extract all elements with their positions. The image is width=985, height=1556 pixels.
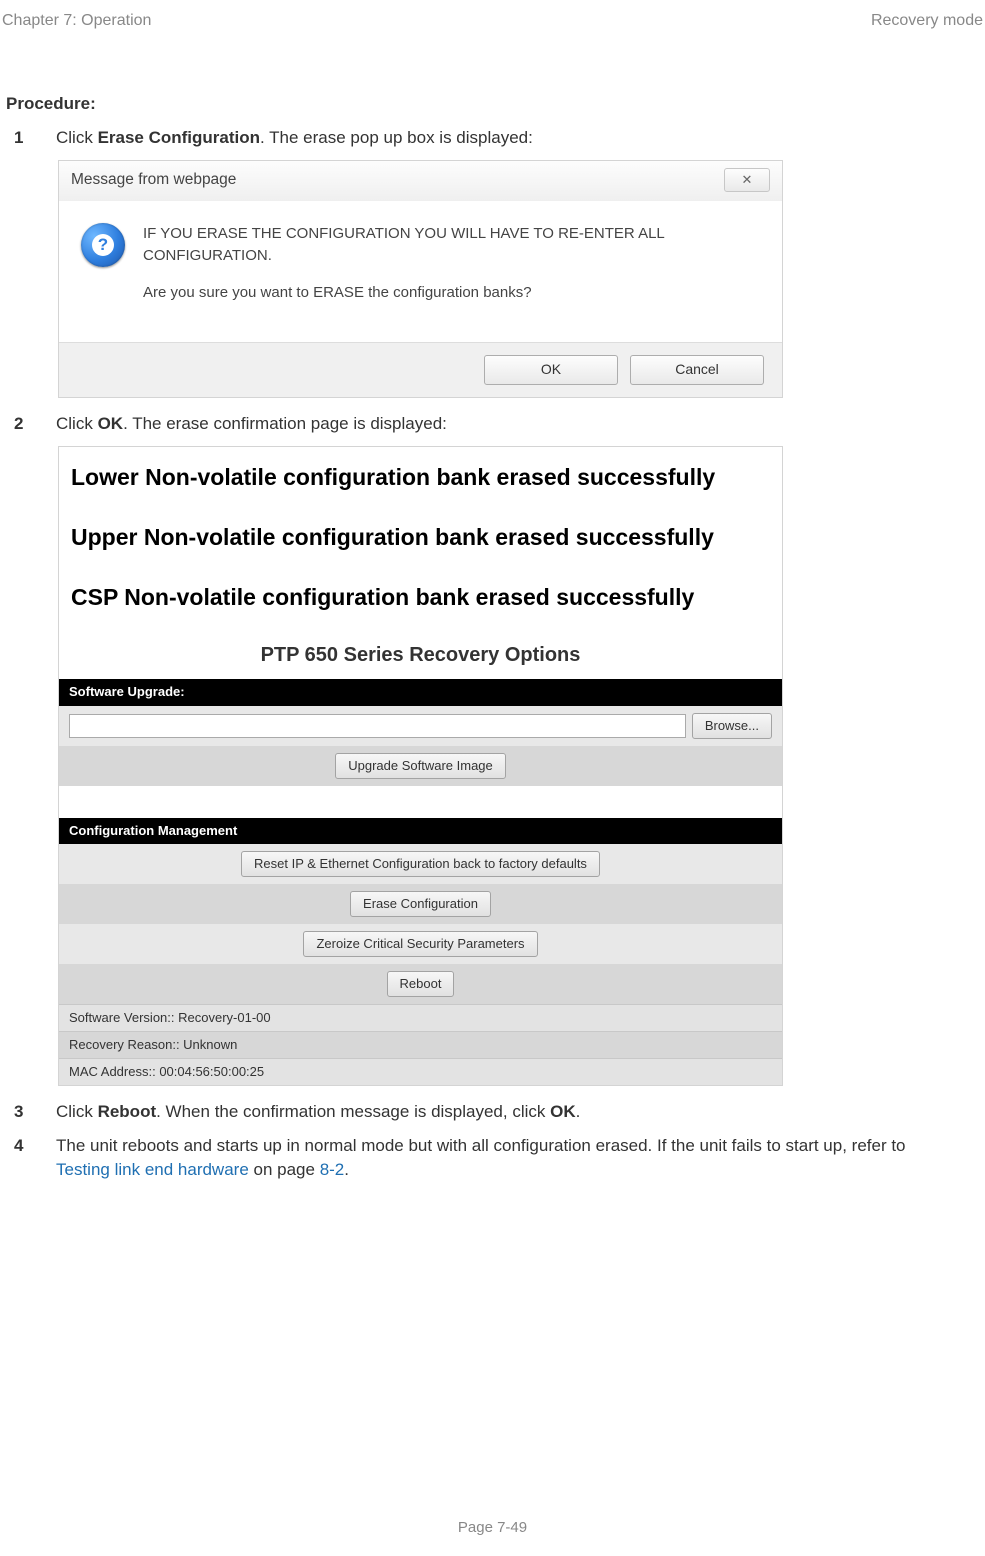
step-number: 2: [14, 412, 26, 436]
step-text: Click: [56, 128, 98, 147]
reset-ip-button[interactable]: Reset IP & Ethernet Configuration back t…: [241, 851, 600, 877]
step-text: .: [576, 1102, 581, 1121]
step-text: .: [344, 1160, 349, 1179]
cancel-button[interactable]: Cancel: [630, 355, 764, 385]
ok-ref-2: OK: [550, 1102, 576, 1121]
step-text: Click: [56, 414, 98, 433]
erase-configuration-button[interactable]: Erase Configuration: [350, 891, 491, 917]
erase-popup-figure: Message from webpage ✕ ? IF YOU ERASE TH…: [58, 160, 783, 398]
configuration-management-header: Configuration Management: [59, 818, 782, 844]
mac-address-label: MAC Address::: [69, 1064, 159, 1079]
step-number: 3: [14, 1100, 26, 1124]
browse-button[interactable]: Browse...: [692, 713, 772, 739]
header-section: Recovery mode: [871, 10, 983, 32]
ok-button[interactable]: OK: [484, 355, 618, 385]
reboot-button[interactable]: Reboot: [387, 971, 455, 997]
procedure-heading: Procedure:: [6, 92, 955, 116]
header-chapter: Chapter 7: Operation: [2, 10, 151, 32]
erase-upper-msg: Upper Non-volatile configuration bank er…: [59, 521, 782, 553]
recovery-reason-value: Unknown: [183, 1037, 237, 1052]
reboot-ref: Reboot: [98, 1102, 157, 1121]
mac-address-value: 00:04:56:50:00:25: [159, 1064, 264, 1079]
step-text: on page: [249, 1160, 320, 1179]
erase-confirmation-figure: Lower Non-volatile configuration bank er…: [58, 446, 783, 1087]
software-file-input[interactable]: [69, 714, 686, 738]
testing-link-end-hardware-link[interactable]: Testing link end hardware: [56, 1160, 249, 1179]
step-text: . When the confirmation message is displ…: [156, 1102, 550, 1121]
upgrade-software-button[interactable]: Upgrade Software Image: [335, 753, 506, 779]
question-icon: ?: [81, 223, 125, 267]
step-number: 1: [14, 126, 26, 150]
recovery-reason-label: Recovery Reason::: [69, 1037, 183, 1052]
step-1: 1 Click Erase Configuration. The erase p…: [14, 126, 955, 150]
page-number: 7-49: [497, 1519, 527, 1536]
step-3: 3 Click Reboot. When the confirmation me…: [14, 1100, 955, 1124]
page-label: Page: [458, 1519, 497, 1536]
step-text: Click: [56, 1102, 98, 1121]
dialog-warning-text: IF YOU ERASE THE CONFIGURATION YOU WILL …: [143, 223, 760, 268]
software-version-value: Recovery-01-00: [178, 1010, 271, 1025]
software-version-label: Software Version::: [69, 1010, 178, 1025]
step-2: 2 Click OK. The erase confirmation page …: [14, 412, 955, 436]
step-text: The unit reboots and starts up in normal…: [56, 1136, 906, 1155]
erase-csp-msg: CSP Non-volatile configuration bank eras…: [59, 581, 782, 613]
dialog-confirm-text: Are you sure you want to ERASE the confi…: [143, 282, 760, 305]
step-text: . The erase pop up box is displayed:: [260, 128, 533, 147]
page-ref-link[interactable]: 8-2: [320, 1160, 345, 1179]
step-text: . The erase confirmation page is display…: [123, 414, 447, 433]
erase-lower-msg: Lower Non-volatile configuration bank er…: [59, 461, 782, 493]
ok-ref: OK: [98, 414, 124, 433]
recovery-options-title: PTP 650 Series Recovery Options: [59, 641, 782, 669]
step-number: 4: [14, 1134, 26, 1158]
close-icon[interactable]: ✕: [724, 168, 770, 192]
software-upgrade-header: Software Upgrade:: [59, 679, 782, 705]
step-4: 4 The unit reboots and starts up in norm…: [14, 1134, 955, 1182]
erase-configuration-ref: Erase Configuration: [98, 128, 260, 147]
zeroize-button[interactable]: Zeroize Critical Security Parameters: [303, 931, 537, 957]
dialog-title: Message from webpage: [71, 169, 236, 191]
